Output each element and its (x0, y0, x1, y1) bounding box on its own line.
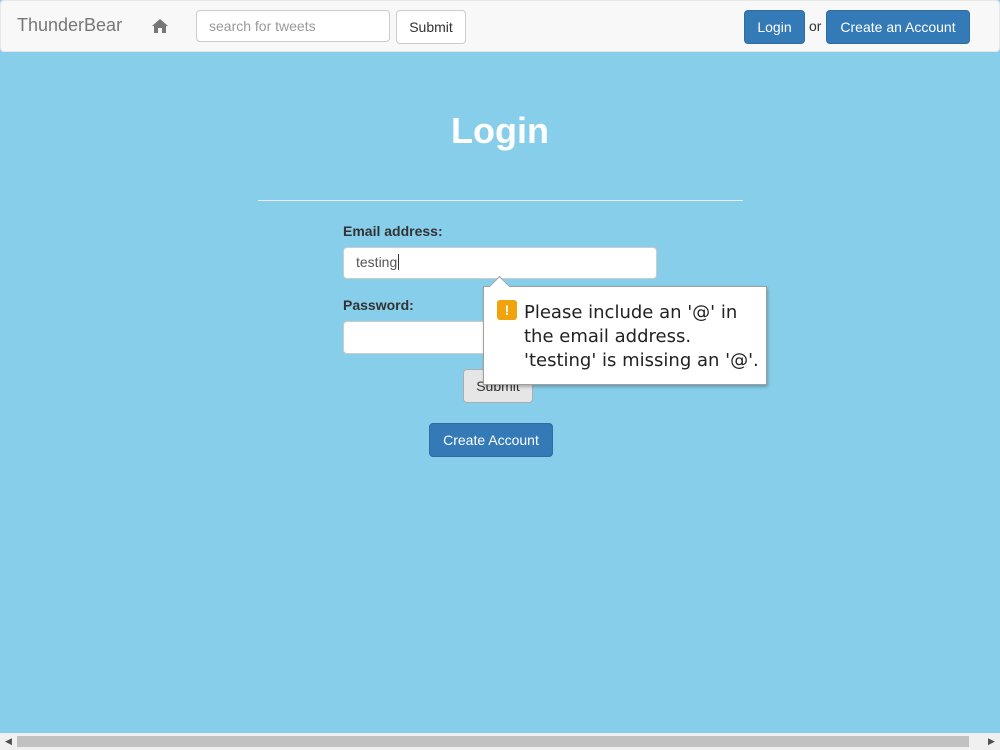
page-title: Login (451, 110, 549, 151)
password-label: Password: (343, 297, 414, 313)
scrollbar-thumb[interactable] (17, 736, 969, 747)
warning-icon: ! (497, 300, 517, 320)
home-icon[interactable] (151, 17, 169, 35)
email-field[interactable]: testing (343, 247, 657, 279)
scroll-right-icon[interactable]: ▶ (983, 733, 1000, 750)
validation-tooltip: ! Please include an '@' in the email add… (483, 275, 767, 385)
scroll-left-icon[interactable]: ◀ (0, 733, 17, 750)
or-text: or (809, 18, 822, 34)
validation-message: Please include an '@' in the email addre… (524, 302, 759, 371)
search-input[interactable] (196, 10, 390, 42)
brand-link[interactable]: ThunderBear (17, 15, 122, 36)
login-button[interactable]: Login (744, 10, 805, 44)
email-value: testing (356, 254, 398, 270)
horizontal-scrollbar[interactable]: ◀ ▶ (0, 733, 1000, 750)
text-cursor (398, 254, 400, 270)
create-an-account-button[interactable]: Create an Account (826, 10, 970, 44)
search-submit-button[interactable]: Submit (396, 10, 466, 44)
navbar: ThunderBear Submit Login or Create an Ac… (0, 0, 1000, 52)
create-account-button[interactable]: Create Account (429, 423, 553, 457)
email-label: Email address: (343, 223, 443, 239)
tooltip-arrow (488, 275, 511, 298)
divider (258, 200, 743, 201)
